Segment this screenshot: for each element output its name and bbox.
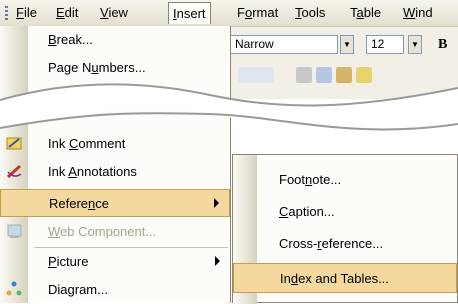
- web-component-icon: [6, 223, 23, 240]
- menu-item-break[interactable]: Break...: [0, 26, 230, 54]
- menu-view[interactable]: View: [100, 5, 128, 21]
- font-size-box[interactable]: 12: [366, 35, 404, 54]
- font-name-box[interactable]: Narrow: [230, 35, 338, 54]
- submenu-item-index-and-tables[interactable]: Index and Tables...: [233, 263, 457, 293]
- menu-bar: File Edit View Insert Format Tools Table…: [0, 0, 458, 27]
- toolbar-grip-handle[interactable]: [5, 6, 8, 20]
- submenu-item-caption[interactable]: Caption...: [233, 197, 457, 227]
- menu-edit[interactable]: Edit: [56, 5, 78, 21]
- ink-annotations-icon: [6, 163, 23, 180]
- menu-item-reference[interactable]: Reference: [0, 189, 230, 217]
- menu-window[interactable]: Wind: [403, 5, 433, 21]
- submenu-item-cross-reference[interactable]: Cross-reference...: [233, 229, 457, 259]
- reference-submenu: Footnote... Caption... Cross-reference..…: [232, 154, 458, 304]
- font-size-dropdown-button[interactable]: ▼: [408, 35, 422, 54]
- submenu-arrow-icon: [215, 256, 220, 266]
- torn-edge-decoration: [0, 83, 458, 132]
- menu-item-picture[interactable]: Picture: [0, 248, 230, 276]
- menu-file[interactable]: File: [16, 5, 37, 21]
- font-dropdown-button[interactable]: ▼: [340, 35, 354, 54]
- diagram-icon: [6, 281, 23, 298]
- menu-insert[interactable]: Insert: [168, 2, 211, 24]
- menu-file-rest: ile: [23, 5, 37, 20]
- menu-item-diagram[interactable]: Diagram...: [0, 276, 230, 304]
- submenu-item-footnote[interactable]: Footnote...: [233, 165, 457, 195]
- menu-item-ink-annotations[interactable]: Ink Annotations: [0, 158, 230, 186]
- menu-table[interactable]: Table: [350, 5, 381, 21]
- menu-format[interactable]: Format: [237, 5, 278, 21]
- menu-item-web-component: Web Component...: [0, 218, 230, 246]
- submenu-arrow-icon: [214, 198, 219, 208]
- bold-button[interactable]: B: [438, 35, 458, 54]
- menu-tools[interactable]: Tools: [295, 5, 325, 21]
- insert-menu: Break... Page Numbers... Com... time... …: [0, 26, 231, 303]
